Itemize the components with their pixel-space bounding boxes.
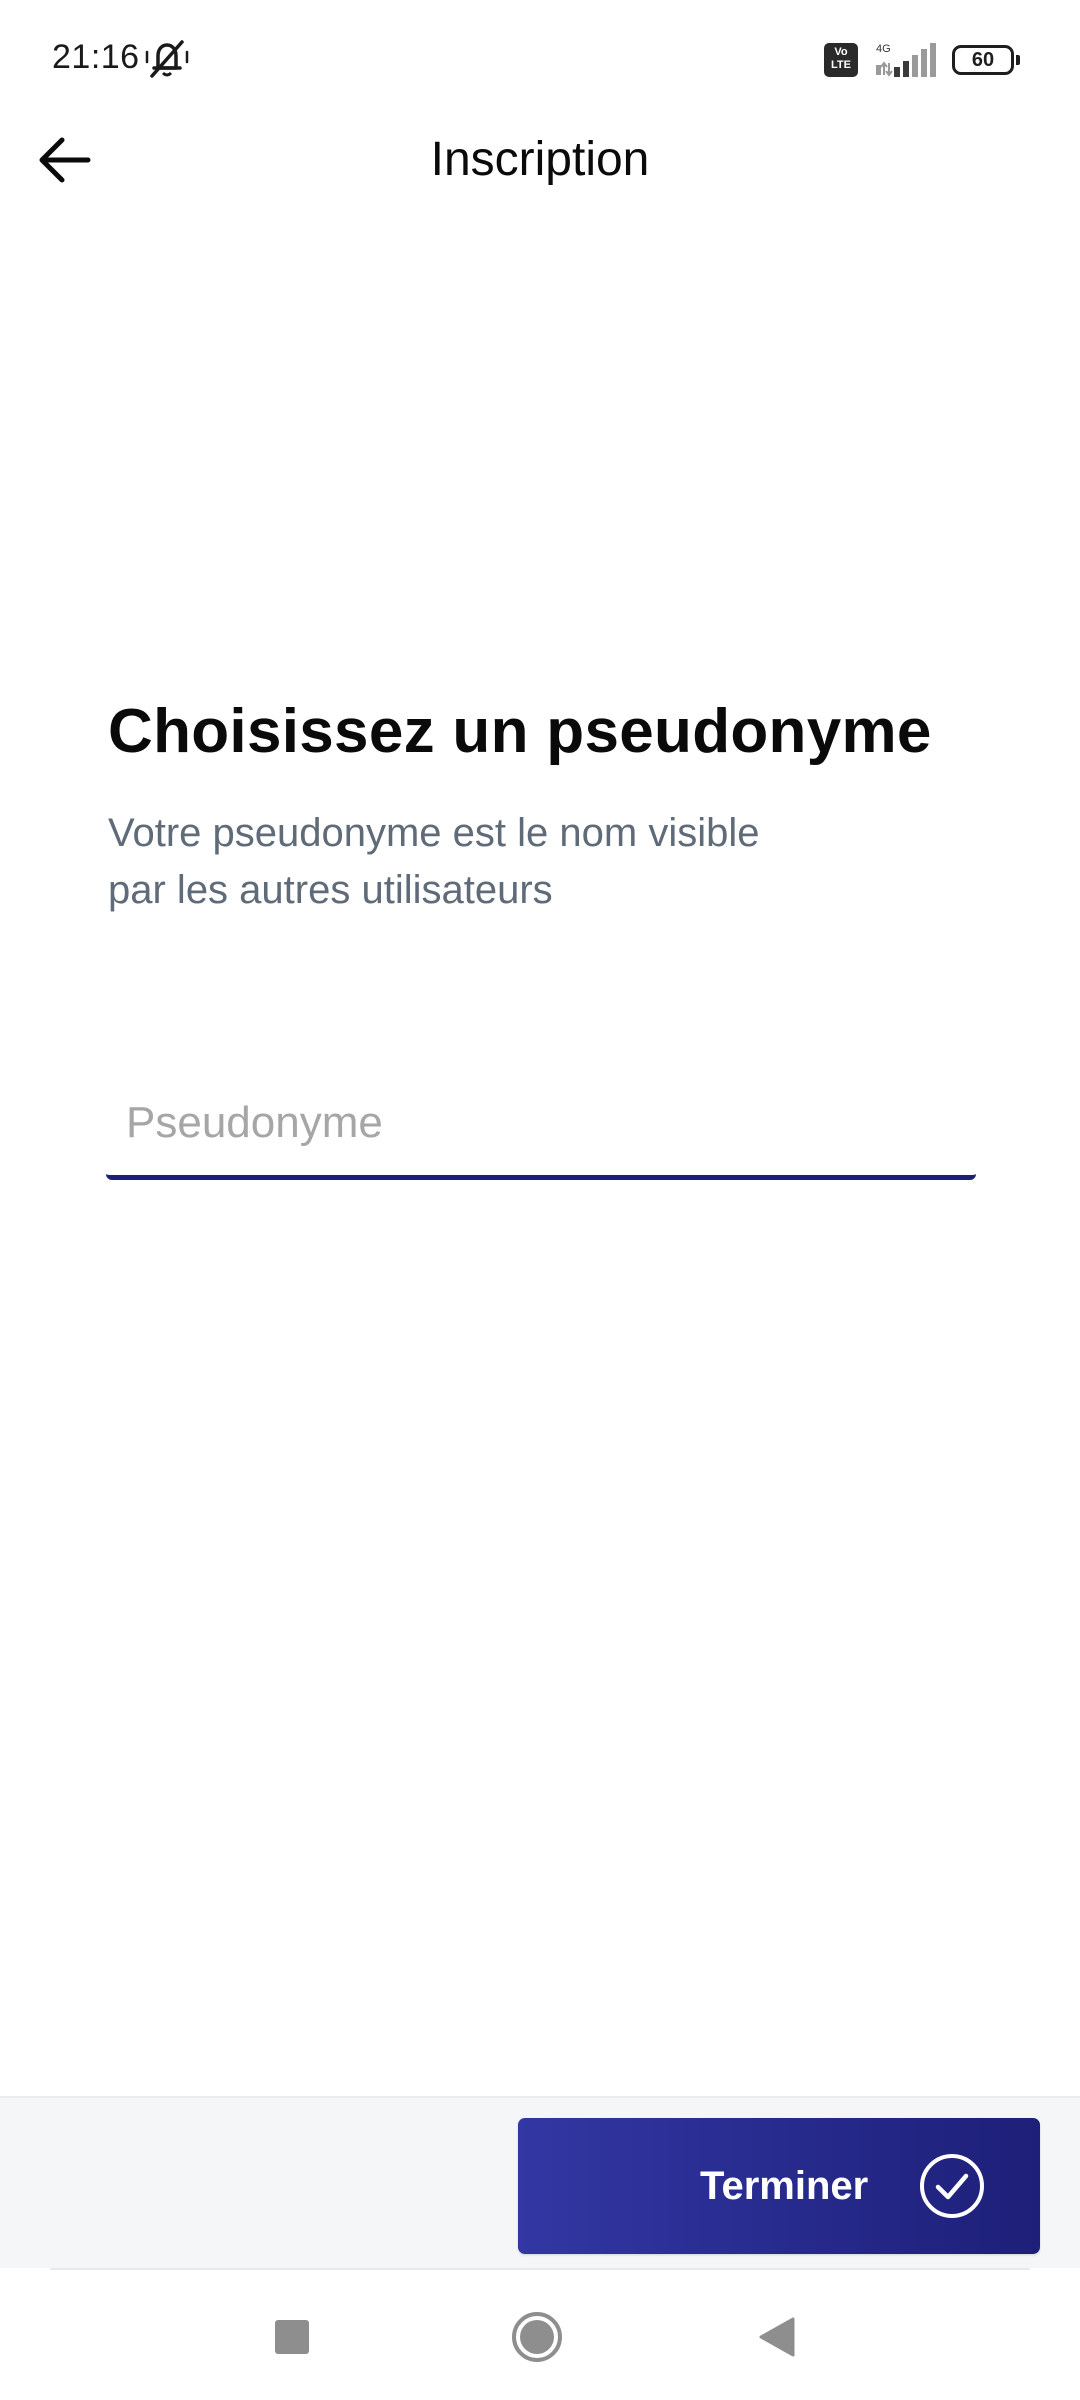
finish-button[interactable]: Terminer [518, 2118, 1040, 2254]
nickname-section: Choisissez un pseudonyme Votre pseudonym… [108, 696, 988, 919]
nav-home-button[interactable] [502, 2302, 572, 2372]
system-nav-bar [0, 2270, 1080, 2400]
nav-recent-button[interactable] [257, 2302, 327, 2372]
section-subtitle: Votre pseudonyme est le nom visible par … [108, 811, 760, 912]
section-heading: Choisissez un pseudonyme [108, 697, 932, 766]
screen: 21:16 Vo LTE 4G 60 Inscription Choisisse… [0, 0, 1080, 2400]
status-time: 21:16 [52, 38, 140, 76]
triangle-back-icon [759, 2317, 795, 2357]
square-icon [275, 2320, 309, 2354]
bell-off-icon [145, 40, 189, 78]
network-label: 4G [876, 43, 891, 55]
battery-level: 60 [971, 49, 995, 71]
battery-icon: 60 [952, 45, 1020, 75]
page-title: Inscription [430, 133, 650, 186]
nickname-input[interactable] [106, 1070, 976, 1180]
signal-4g-icon: 4G [876, 43, 936, 77]
volte-icon: Vo LTE [824, 43, 858, 77]
bottom-action-bar: Terminer [0, 2096, 1080, 2268]
status-icons: Vo LTE 4G 60 [824, 40, 1020, 80]
finish-button-label: Terminer [700, 2164, 869, 2208]
circle-icon [512, 2312, 562, 2362]
status-bar: 21:16 Vo LTE 4G 60 [0, 0, 1080, 120]
volte-label: Vo LTE [831, 46, 851, 71]
nickname-input-field [106, 1070, 976, 1184]
nav-back-button[interactable] [742, 2302, 812, 2372]
app-bar: Inscription [0, 110, 1080, 210]
check-circle-icon [920, 2154, 984, 2218]
